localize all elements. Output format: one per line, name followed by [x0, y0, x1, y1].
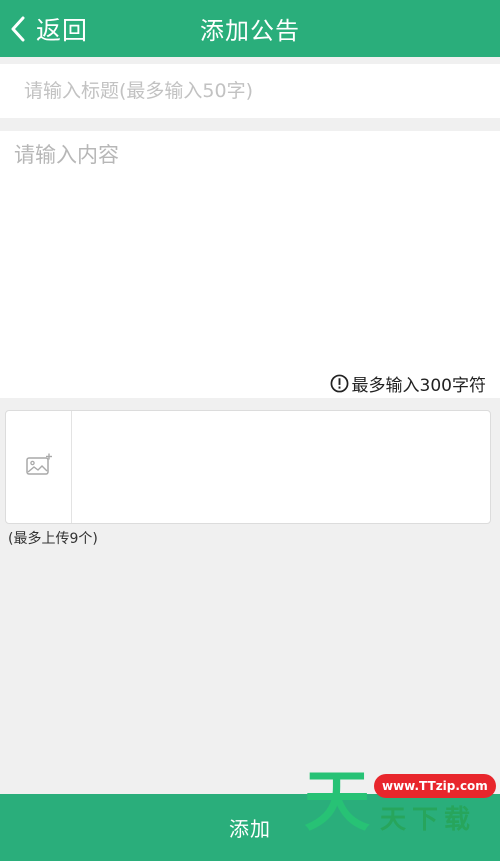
- title-input[interactable]: [0, 64, 500, 118]
- header-bar: 返回 添加公告: [0, 0, 500, 57]
- submit-button[interactable]: 添加: [0, 794, 500, 861]
- add-image-icon: [25, 452, 53, 482]
- exclamation-circle-icon: [330, 374, 352, 393]
- add-image-button[interactable]: [6, 411, 72, 523]
- title-row: [0, 64, 500, 118]
- upload-limit-hint: (最多上传9个): [8, 531, 98, 547]
- image-upload-area: [5, 410, 491, 524]
- chevron-left-icon: [10, 16, 26, 42]
- content-textarea[interactable]: [0, 131, 500, 371]
- content-limit-hint: 最多输入300字符: [330, 370, 486, 396]
- submit-label: 添加: [229, 817, 271, 841]
- back-label: 返回: [36, 15, 89, 45]
- app-screen: 返回 添加公告 最多输入300字符: [0, 0, 500, 861]
- limit-hint-text: 最多输入300字符: [351, 375, 486, 396]
- content-box: 最多输入300字符: [0, 131, 500, 398]
- back-button[interactable]: 返回: [10, 0, 88, 57]
